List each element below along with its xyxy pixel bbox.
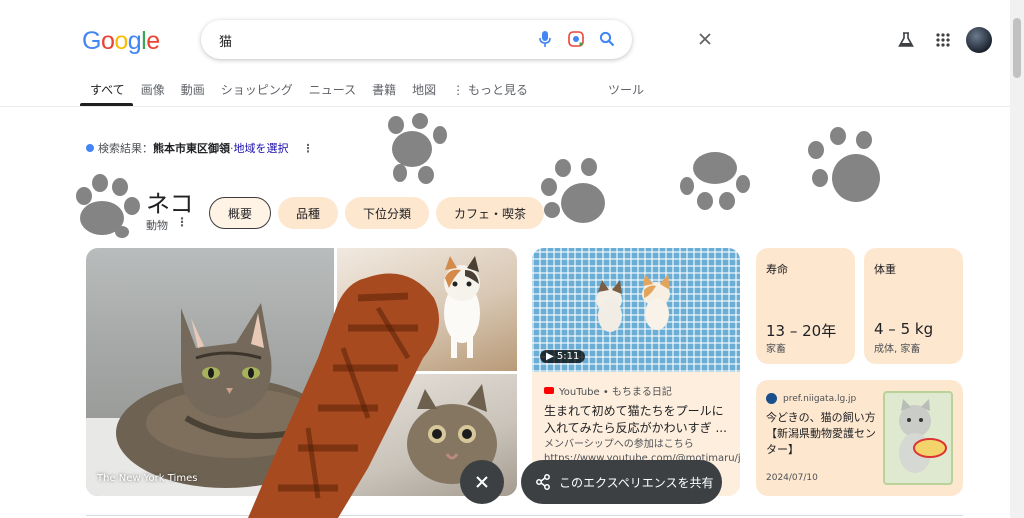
paw-print-icon	[541, 158, 605, 223]
location-kebab-icon[interactable]: ⋮	[303, 142, 314, 155]
close-icon[interactable]	[694, 28, 716, 50]
close-icon	[476, 476, 488, 488]
video-source: YouTube • もちまる日記	[544, 383, 672, 398]
apps-icon[interactable]	[933, 30, 953, 50]
tab-books[interactable]: 書籍	[372, 79, 396, 105]
share-experience-button[interactable]: このエクスペリエンスを共有	[521, 460, 722, 504]
chip-cafe[interactable]: カフェ・喫茶	[436, 197, 545, 229]
tab-more-label: もっと見る	[468, 83, 529, 97]
avatar[interactable]	[966, 27, 992, 53]
location-place: 熊本市東区御領	[153, 142, 230, 155]
more-kebab-icon: ⋮	[452, 83, 468, 97]
logo-letter-g: G	[82, 27, 101, 55]
tools-button[interactable]: ツール	[608, 81, 644, 98]
logo-letter-g2: g	[127, 27, 142, 55]
search-icon[interactable]	[596, 28, 618, 50]
location-dot-icon	[86, 144, 94, 152]
article-thumbnail	[883, 391, 953, 485]
article-source-label: pref.niigata.lg.jp	[783, 393, 857, 404]
fact-card-weight[interactable]: 体重 4 – 5 kg 成体, 家畜	[864, 248, 963, 364]
tab-more[interactable]: ⋮ もっと見る	[452, 79, 528, 105]
mic-icon[interactable]	[534, 28, 556, 50]
fact-value: 13 – 20年	[766, 322, 837, 340]
share-label: このエクスペリエンスを共有	[559, 475, 714, 490]
paw-print-icon	[76, 174, 140, 238]
tab-news[interactable]: ニュース	[309, 79, 356, 105]
cartoon-cat-illustration	[899, 399, 947, 473]
pref-article-card[interactable]: pref.niigata.lg.jp 今どきの、猫の飼い方【新潟県動物愛護センタ…	[756, 380, 963, 496]
logo-letter-o1: o	[100, 27, 115, 55]
page-scrollbar[interactable]	[1010, 0, 1024, 518]
search-input[interactable]: 猫	[219, 31, 232, 50]
fact-note: 家畜	[766, 344, 786, 355]
location-prefix: 検索結果：	[98, 142, 153, 155]
fact-card-lifespan[interactable]: 寿命 13 – 20年 家畜	[756, 248, 855, 364]
scrollbar-thumb[interactable]	[1013, 18, 1021, 78]
article-title[interactable]: 今どきの、猫の飼い方【新潟県動物愛護センター】	[766, 410, 876, 458]
google-logo[interactable]: Google	[82, 27, 160, 56]
logo-letter-o2: o	[114, 27, 128, 55]
tab-images[interactable]: 画像	[141, 79, 165, 105]
article-source: pref.niigata.lg.jp	[766, 393, 856, 404]
lens-icon[interactable]	[565, 28, 587, 50]
fact-label: 体重	[874, 263, 896, 276]
video-desc: メンバーシップへの参加はこちら	[544, 439, 694, 450]
share-icon	[536, 474, 550, 490]
tab-shopping[interactable]: ショッピング	[221, 79, 293, 105]
article-date: 2024/07/10	[766, 473, 818, 483]
labs-icon[interactable]	[896, 30, 916, 50]
tab-maps[interactable]: 地図	[412, 79, 436, 105]
paw-print-icon	[388, 113, 447, 184]
location-line: 検索結果： 熊本市東区御領 · 地域を選択 ⋮	[86, 140, 314, 156]
paw-print-icon	[808, 127, 880, 202]
search-box[interactable]: 猫	[201, 20, 711, 59]
fact-label: 寿命	[766, 263, 788, 276]
tabs-divider	[0, 106, 1010, 107]
video-title[interactable]: 生まれて初めて猫たちをプールに入れてみたら反応がかわいすぎ ...	[544, 403, 730, 437]
video-duration-badge: ▶ 5:11	[540, 350, 586, 363]
tab-videos[interactable]: 動画	[181, 79, 205, 105]
chip-breeds[interactable]: 品種	[278, 197, 339, 229]
logo-letter-e: e	[146, 27, 160, 55]
video-card[interactable]: ▶ 5:11 YouTube • もちまる日記 生まれて初めて猫たちをプールに入…	[532, 248, 740, 496]
entity-title: ネコ	[146, 190, 194, 218]
close-overlay-button[interactable]	[460, 460, 504, 504]
search-tabs: すべて 画像 動画 ショッピング ニュース 書籍 地図 ⋮ もっと見る	[80, 79, 544, 106]
site-favicon-icon	[766, 393, 777, 404]
cat-paw-stroke-icon	[248, 273, 440, 518]
entity-kebab-icon[interactable]: ⋮	[176, 215, 188, 229]
chip-subtaxa[interactable]: 下位分類	[345, 197, 430, 229]
chip-overview[interactable]: 概要	[209, 197, 272, 229]
entity-chips: 概要 品種 下位分類 カフェ・喫茶	[209, 197, 551, 229]
video-source-label: YouTube • もちまる日記	[559, 387, 672, 398]
fact-note: 成体, 家畜	[874, 344, 921, 355]
fact-value: 4 – 5 kg	[874, 320, 934, 338]
section-divider	[86, 515, 963, 516]
select-region-link[interactable]: 地域を選択	[234, 140, 289, 156]
video-duration: 5:11	[556, 351, 580, 362]
paw-print-icon	[680, 152, 750, 210]
play-icon: ▶	[546, 351, 557, 362]
tab-all[interactable]: すべて	[80, 79, 133, 106]
image-source-caption: The New York Times	[97, 473, 198, 484]
youtube-icon	[544, 387, 554, 394]
